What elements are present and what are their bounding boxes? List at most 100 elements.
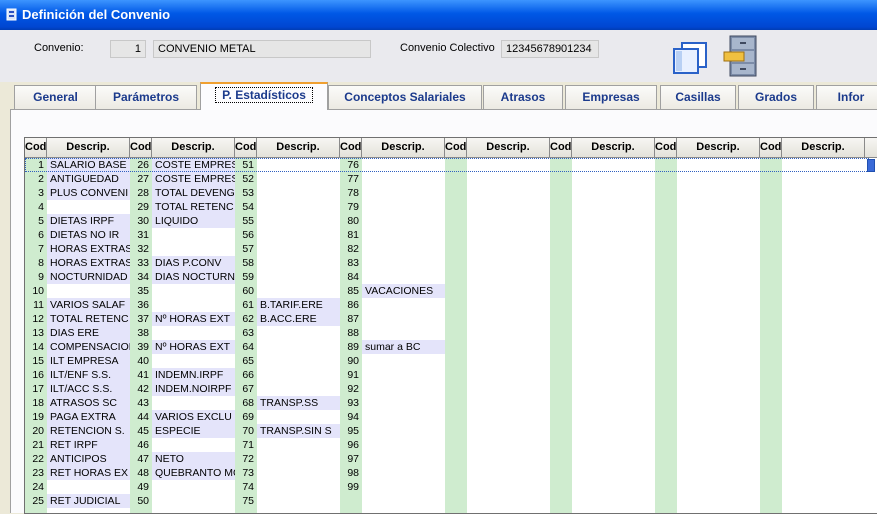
tab-conceptos-salariales[interactable]: Conceptos Salariales (328, 85, 482, 109)
cod-cell[interactable]: 86 (340, 298, 362, 312)
tab-infor[interactable]: Infor (816, 85, 877, 109)
descrip-cell[interactable]: RETENCION S. (47, 424, 130, 438)
cod-cell[interactable]: 15 (25, 354, 47, 368)
descrip-cell[interactable]: VACACIONES (362, 284, 445, 298)
cod-column-header[interactable]: Cod (445, 138, 467, 158)
cod-cell[interactable]: 91 (340, 368, 362, 382)
cod-cell[interactable]: 96 (340, 438, 362, 452)
descrip-cell[interactable]: Nº HORAS EXT (152, 312, 235, 326)
descrip-cell[interactable] (257, 438, 340, 452)
cod-column-header[interactable]: Cod (340, 138, 362, 158)
cod-cell[interactable]: 13 (25, 326, 47, 340)
cod-cell[interactable]: 21 (25, 438, 47, 452)
cod-cell[interactable]: 79 (340, 200, 362, 214)
cod-cell[interactable]: 94 (340, 410, 362, 424)
descrip-cell[interactable] (362, 228, 445, 242)
cod-cell[interactable]: 40 (130, 354, 152, 368)
descrip-cell[interactable] (257, 242, 340, 256)
descrip-cell[interactable]: ATRASOS SC (47, 396, 130, 410)
descrip-cell[interactable]: ILT/ENF S.S. (47, 368, 130, 382)
cod-cell[interactable]: 11 (25, 298, 47, 312)
cod-cell[interactable]: 43 (130, 396, 152, 410)
cod-cell[interactable]: 30 (130, 214, 152, 228)
descrip-column-header[interactable]: Descrip. (677, 138, 760, 158)
cod-cell[interactable]: 65 (235, 354, 257, 368)
cod-cell[interactable]: 74 (235, 480, 257, 494)
tab-parámetros[interactable]: Parámetros (95, 85, 197, 109)
descrip-cell[interactable] (152, 354, 235, 368)
cod-cell[interactable]: 82 (340, 242, 362, 256)
descrip-cell[interactable] (257, 410, 340, 424)
cod-cell[interactable]: 53 (235, 186, 257, 200)
descrip-cell[interactable]: TRANSP.SIN S (257, 424, 340, 438)
cod-cell[interactable]: 75 (235, 494, 257, 508)
descrip-cell[interactable]: TOTAL DEVENG (152, 186, 235, 200)
descrip-cell[interactable]: COMPENSACION (47, 340, 130, 354)
cod-cell[interactable]: 98 (340, 466, 362, 480)
descrip-cell[interactable] (152, 494, 235, 508)
cod-cell[interactable]: 56 (235, 228, 257, 242)
cod-cell[interactable]: 64 (235, 340, 257, 354)
cod-column-header[interactable]: Cod (655, 138, 677, 158)
descrip-cell[interactable]: NETO (152, 452, 235, 466)
cod-cell[interactable]: 14 (25, 340, 47, 354)
descrip-cell[interactable]: HORAS EXTRAS (47, 256, 130, 270)
cod-cell[interactable]: 99 (340, 480, 362, 494)
cod-cell[interactable]: 29 (130, 200, 152, 214)
cod-cell[interactable]: 17 (25, 382, 47, 396)
tab-p-estadísticos[interactable]: P. Estadísticos (200, 82, 328, 110)
descrip-cell[interactable] (152, 326, 235, 340)
cod-cell[interactable]: 34 (130, 270, 152, 284)
descrip-column-header[interactable]: Descrip. (257, 138, 340, 158)
cod-cell[interactable]: 87 (340, 312, 362, 326)
cod-cell[interactable]: 67 (235, 382, 257, 396)
cod-cell[interactable]: 97 (340, 452, 362, 466)
descrip-cell[interactable] (257, 494, 340, 508)
cod-cell[interactable]: 58 (235, 256, 257, 270)
descrip-column-header[interactable]: Descrip. (47, 138, 130, 158)
cod-cell[interactable]: 9 (25, 270, 47, 284)
descrip-cell[interactable] (362, 354, 445, 368)
descrip-cell[interactable]: VARIOS EXCLU (152, 410, 235, 424)
cod-cell[interactable]: 59 (235, 270, 257, 284)
cod-cell[interactable]: 36 (130, 298, 152, 312)
cod-cell[interactable]: 35 (130, 284, 152, 298)
cod-cell[interactable]: 2 (25, 172, 47, 186)
descrip-cell[interactable] (152, 242, 235, 256)
descrip-cell[interactable]: B.ACC.ERE (257, 312, 340, 326)
descrip-column-header[interactable]: Descrip. (782, 138, 865, 158)
descrip-cell[interactable] (257, 340, 340, 354)
cod-cell[interactable]: 5 (25, 214, 47, 228)
tab-atrasos[interactable]: Atrasos (483, 85, 563, 109)
descrip-cell[interactable] (257, 256, 340, 270)
descrip-cell[interactable]: DIAS P.CONV (152, 256, 235, 270)
cod-cell[interactable]: 10 (25, 284, 47, 298)
descrip-cell[interactable]: RET IRPF (47, 438, 130, 452)
descrip-cell[interactable] (257, 186, 340, 200)
descrip-cell[interactable]: ESPECIE (152, 424, 235, 438)
descrip-cell[interactable] (257, 480, 340, 494)
estadisticos-grid[interactable]: Cod Descrip. 1 SALARIO BASE 2 ANTIGUEDAD 3 PLUS… (24, 137, 877, 514)
descrip-cell[interactable]: RET HORAS EX (47, 466, 130, 480)
cod-cell[interactable]: 57 (235, 242, 257, 256)
cod-cell[interactable]: 60 (235, 284, 257, 298)
cod-cell[interactable]: 27 (130, 172, 152, 186)
descrip-cell[interactable] (257, 172, 340, 186)
descrip-cell[interactable]: DIAS ERE (47, 326, 130, 340)
cod-cell[interactable]: 4 (25, 200, 47, 214)
cod-cell[interactable]: 80 (340, 214, 362, 228)
cod-column-header[interactable]: Cod (760, 138, 782, 158)
descrip-cell[interactable] (362, 186, 445, 200)
cod-cell[interactable]: 78 (340, 186, 362, 200)
descrip-cell[interactable]: INDEMN.IRPF (152, 368, 235, 382)
cod-cell[interactable]: 23 (25, 466, 47, 480)
descrip-cell[interactable] (257, 228, 340, 242)
cod-cell[interactable]: 77 (340, 172, 362, 186)
descrip-cell[interactable] (152, 396, 235, 410)
cod-cell[interactable]: 6 (25, 228, 47, 242)
cod-cell[interactable]: 44 (130, 410, 152, 424)
descrip-cell[interactable] (362, 452, 445, 466)
descrip-cell[interactable] (362, 480, 445, 494)
descrip-cell[interactable] (152, 480, 235, 494)
cod-cell[interactable]: 83 (340, 256, 362, 270)
